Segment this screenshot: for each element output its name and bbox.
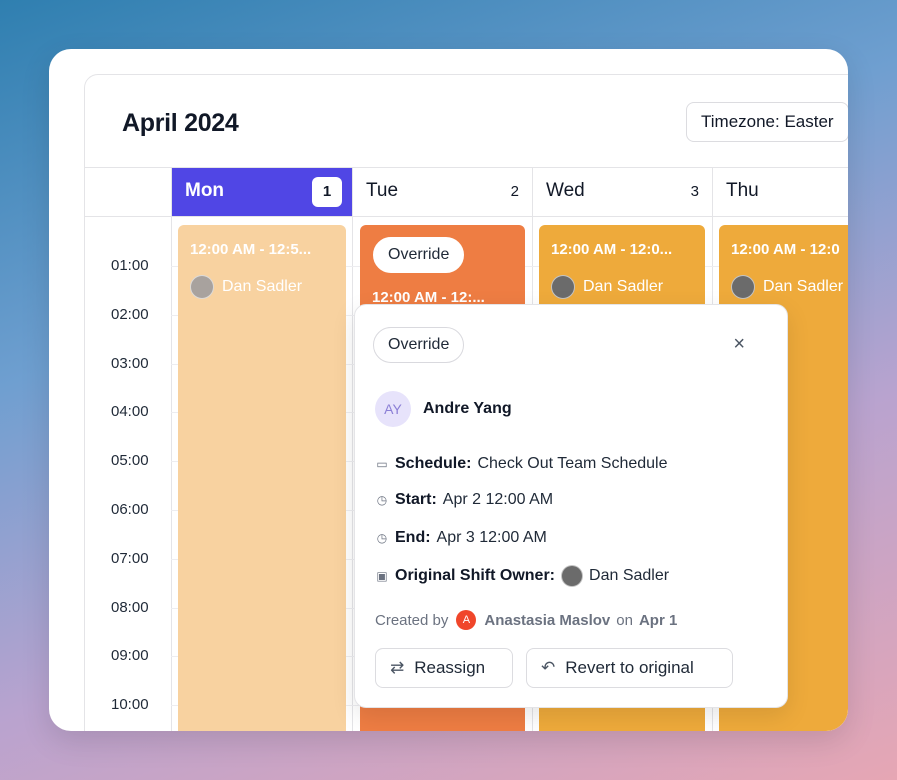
close-icon[interactable]: × (733, 333, 745, 356)
month-title: April 2024 (122, 109, 239, 137)
day-header-tue[interactable]: Tue 2 (352, 168, 532, 216)
day-header-wed[interactable]: Wed 3 (532, 168, 712, 216)
revert-label: Revert to original (565, 658, 694, 677)
calendar-panel: April 2024 Timezone: Easter Mon 1 Tue 2 … (84, 74, 848, 731)
assignee-row: AY Andre Yang (375, 391, 512, 427)
day-name: Mon (185, 180, 225, 201)
calendar-icon: ▣ (376, 569, 388, 583)
original-owner-name: Dan Sadler (589, 567, 670, 584)
revert-button[interactable]: ↶ Revert to original (526, 648, 733, 688)
end-label: End: (395, 529, 431, 546)
owner-name: Dan Sadler (763, 278, 844, 295)
app-card: April 2024 Timezone: Easter Mon 1 Tue 2 … (49, 49, 848, 731)
event-owner: Dan Sadler (551, 275, 663, 299)
on-label: on (616, 611, 633, 629)
end-value: Apr 3 12:00 AM (436, 529, 547, 546)
event-time: 12:00 AM - 12:0... (551, 241, 673, 258)
clock-icon: ◷ (376, 493, 388, 507)
avatar (190, 275, 214, 299)
schedule-row: ▭ Schedule: Check Out Team Schedule (375, 455, 668, 473)
override-details-popover: Override × AY Andre Yang ▭ Schedule: Che… (354, 304, 788, 708)
reassign-button[interactable]: ⇄ Reassign (375, 648, 513, 688)
day-number: 1 (312, 177, 342, 207)
start-row: ◷ Start: Apr 2 12:00 AM (375, 491, 553, 509)
event-owner: Dan Sadler (731, 275, 843, 299)
shift-event-mon[interactable]: 12:00 AM - 12:5... Dan Sadler (178, 225, 346, 731)
hour-label: 08:00 (111, 598, 149, 616)
day-header-thu[interactable]: Thu (712, 168, 848, 216)
avatar: AY (375, 391, 411, 427)
swap-icon: ⇄ (390, 658, 405, 677)
created-by-label: Created by (375, 611, 449, 629)
undo-icon: ↶ (541, 658, 556, 677)
day-name: Tue (366, 180, 399, 201)
day-name: Wed (546, 180, 585, 201)
hour-label: 02:00 (111, 305, 149, 323)
hour-label: 06:00 (111, 501, 149, 518)
creator-name: Anastasia Maslov (484, 611, 611, 629)
clock-icon: ◷ (376, 531, 388, 545)
event-time: 12:00 AM - 12:0 (731, 241, 840, 258)
owner-name: Dan Sadler (583, 278, 664, 295)
day-header-mon[interactable]: Mon 1 (171, 168, 352, 216)
hour-label: 01:00 (111, 257, 149, 274)
created-date: Apr 1 (638, 611, 678, 629)
event-owner: Dan Sadler (190, 275, 302, 299)
hour-label: 10:00 (111, 696, 149, 714)
end-row: ◷ End: Apr 3 12:00 AM (375, 529, 547, 547)
timezone-selector[interactable]: Timezone: Easter (686, 102, 848, 142)
hour-label: 04:00 (111, 403, 149, 421)
hour-label: 07:00 (111, 549, 149, 567)
avatar (551, 275, 575, 299)
original-owner-row: ▣ Original Shift Owner: Dan Sadler (375, 565, 669, 587)
override-badge: Override (373, 237, 465, 273)
schedule-value: Check Out Team Schedule (477, 455, 668, 472)
original-owner-label: Original Shift Owner: (395, 567, 556, 584)
owner-name: Dan Sadler (222, 278, 303, 295)
creator-avatar: A (456, 610, 477, 630)
hour-label: 03:00 (111, 354, 149, 372)
created-by-row: Created by A Anastasia Maslov on Apr 1 (375, 610, 677, 630)
start-value: Apr 2 12:00 AM (442, 491, 554, 508)
day-header-row: Mon 1 Tue 2 Wed 3 Thu (85, 167, 848, 217)
day-name: Thu (726, 180, 759, 201)
day-number: 3 (690, 183, 699, 200)
hour-label: 09:00 (111, 647, 149, 665)
avatar (731, 275, 755, 299)
hour-label: 05:00 (111, 452, 149, 470)
event-time: 12:00 AM - 12:5... (190, 241, 312, 258)
day-number: 2 (510, 183, 519, 200)
override-badge: Override (373, 327, 465, 363)
avatar (561, 565, 584, 587)
assignee-name: Andre Yang (423, 400, 512, 417)
schedule-icon: ▭ (376, 457, 388, 471)
schedule-label: Schedule: (395, 455, 472, 472)
reassign-label: Reassign (414, 658, 486, 677)
column-divider (171, 215, 172, 731)
start-label: Start: (395, 491, 437, 508)
column-divider (352, 215, 353, 731)
